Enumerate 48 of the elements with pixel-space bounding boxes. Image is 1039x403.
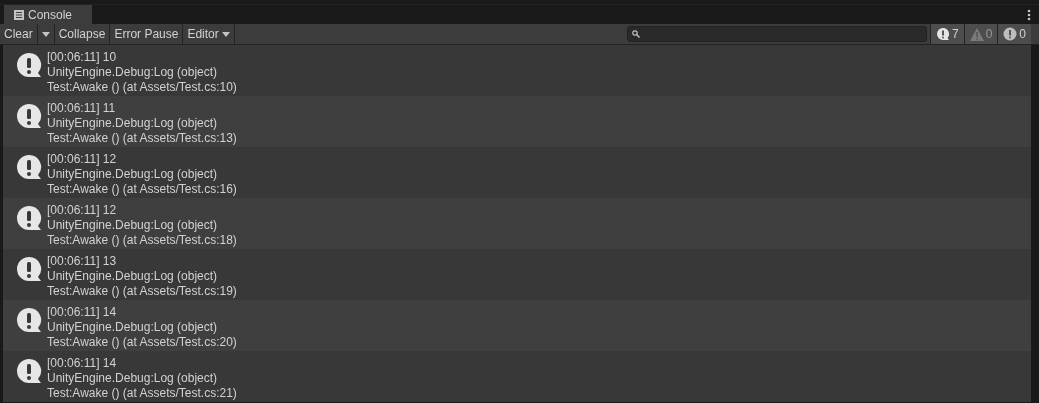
log-entry[interactable]: [00:06:11] 12 UnityEngine.Debug:Log (object) Test:Awake () (at Assets/Test.cs:16) [3, 147, 1031, 198]
log-counter-toggle[interactable]: 0 [997, 24, 1031, 44]
log-entry[interactable]: [00:06:11] 11 UnityEngine.Debug:Log (object) Test:Awake () (at Assets/Test.cs:13) [3, 96, 1031, 147]
window-title: Console [28, 6, 73, 24]
log-entry[interactable]: [00:06:11] 13 UnityEngine.Debug:Log (object) Test:Awake () (at Assets/Test.cs:19) [3, 249, 1031, 300]
log-message: [00:06:11] 10 [47, 50, 118, 65]
info-icon [15, 102, 43, 130]
log-counter-toggle[interactable]: 7 [929, 24, 964, 44]
log-entry[interactable]: [00:06:11] 14 UnityEngine.Debug:Log (object) Test:Awake () (at Assets/Test.cs:20) [3, 300, 1031, 351]
log-message: [00:06:11] 14 [47, 305, 118, 320]
console-tab[interactable]: Console [4, 5, 92, 24]
error-icon [1003, 27, 1018, 41]
log-method: UnityEngine.Debug:Log (object) [47, 65, 219, 80]
info-icon [935, 27, 950, 41]
more-menu-icon[interactable] [1027, 9, 1031, 21]
warning-icon [969, 27, 984, 41]
log-message: [00:06:11] 14 [47, 356, 118, 371]
info-icon [15, 51, 43, 79]
log-entry[interactable]: [00:06:11] 12 UnityEngine.Debug:Log (object) Test:Awake () (at Assets/Test.cs:18) [3, 198, 1031, 249]
log-method: UnityEngine.Debug:Log (object) [47, 371, 219, 386]
log-trace: Test:Awake () (at Assets/Test.cs:19) [47, 284, 237, 299]
log-method: UnityEngine.Debug:Log (object) [47, 167, 219, 182]
log-trace: Test:Awake () (at Assets/Test.cs:13) [47, 131, 237, 146]
log-message: [00:06:11] 13 [47, 254, 118, 269]
log-method: UnityEngine.Debug:Log (object) [47, 320, 219, 335]
log-method: UnityEngine.Debug:Log (object) [47, 269, 219, 284]
log-trace: Test:Awake () (at Assets/Test.cs:10) [47, 80, 237, 95]
info-icon [15, 306, 43, 334]
info-icon [15, 153, 43, 181]
search-field[interactable] [626, 26, 927, 42]
caret-icon [221, 31, 230, 37]
log-entry[interactable]: [00:06:11] 10 UnityEngine.Debug:Log (object) Test:Awake () (at Assets/Test.cs:10) [3, 45, 1031, 96]
info-icon [15, 204, 43, 232]
log-message: [00:06:11] 12 [47, 152, 118, 167]
caret-icon [41, 31, 50, 37]
log-trace: Test:Awake () (at Assets/Test.cs:21) [47, 386, 237, 401]
log-trace: Test:Awake () (at Assets/Test.cs:16) [47, 182, 237, 197]
log-entry[interactable]: [00:06:11] 14 UnityEngine.Debug:Log (object) Test:Awake () (at Assets/Test.cs:21) [3, 351, 1031, 402]
log-trace: Test:Awake () (at Assets/Test.cs:20) [47, 335, 237, 350]
info-icon [15, 255, 43, 283]
log-trace: Test:Awake () (at Assets/Test.cs:18) [47, 233, 237, 248]
info-icon [15, 357, 43, 385]
search-icon [631, 30, 640, 38]
log-message: [00:06:11] 11 [47, 101, 117, 116]
list-icon [14, 9, 24, 20]
log-message: [00:06:11] 12 [47, 203, 118, 218]
log-method: UnityEngine.Debug:Log (object) [47, 116, 219, 131]
log-method: UnityEngine.Debug:Log (object) [47, 218, 219, 233]
